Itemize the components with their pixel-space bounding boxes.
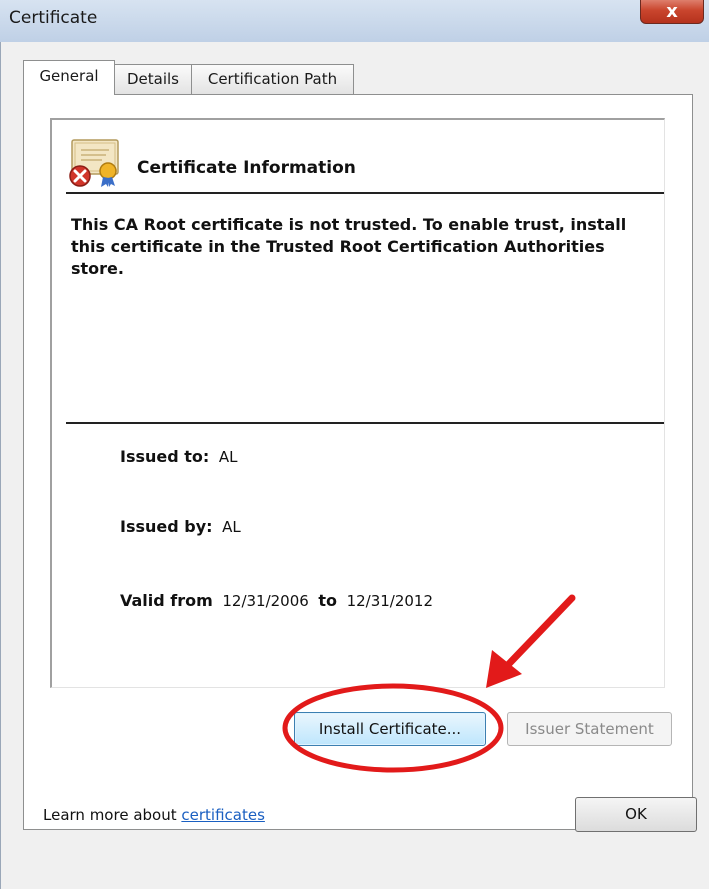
issued-to-label: Issued to: xyxy=(120,447,210,466)
certificate-info-box: Certificate Information This CA Root cer… xyxy=(50,118,665,688)
certificates-link[interactable]: certificates xyxy=(181,806,265,824)
certificate-untrusted-icon xyxy=(69,139,119,187)
valid-to-value: 12/31/2012 xyxy=(346,592,434,610)
install-certificate-button[interactable]: Install Certificate... xyxy=(294,712,486,746)
issued-by-row: Issued by: AL xyxy=(120,517,241,536)
close-icon: x xyxy=(666,1,678,22)
valid-from-label: Valid from xyxy=(120,591,213,610)
tab-general[interactable]: General xyxy=(23,60,115,95)
general-tab-panel: Certificate Information This CA Root cer… xyxy=(23,94,693,830)
window-title: Certificate xyxy=(9,8,98,28)
issued-by-value: AL xyxy=(222,518,241,536)
tab-details-label: Details xyxy=(126,70,179,88)
valid-from-value: 12/31/2006 xyxy=(222,592,309,610)
ok-button[interactable]: OK xyxy=(575,797,697,832)
issued-to-value: AL xyxy=(218,448,238,466)
learn-more-text: Learn more about certificates xyxy=(43,806,265,824)
tab-general-label: General xyxy=(39,67,99,85)
divider xyxy=(66,422,664,424)
dialog-body: General Details Certification Path Certi… xyxy=(0,42,709,889)
issued-to-row: Issued to: AL xyxy=(120,447,237,466)
close-button[interactable]: x xyxy=(640,0,704,24)
tab-details[interactable]: Details xyxy=(114,64,192,94)
issuer-statement-button[interactable]: Issuer Statement xyxy=(507,712,672,746)
certificate-info-heading: Certificate Information xyxy=(137,158,356,178)
tab-certification-path-label: Certification Path xyxy=(207,70,338,88)
trust-status-message: This CA Root certificate is not trusted.… xyxy=(71,215,627,278)
divider xyxy=(66,192,664,194)
tab-certification-path[interactable]: Certification Path xyxy=(191,64,354,94)
issued-by-label: Issued by: xyxy=(120,517,213,536)
validity-row: Valid from 12/31/2006 to 12/31/2012 xyxy=(120,591,433,610)
valid-to-label: to xyxy=(318,591,338,610)
title-bar[interactable]: Certificate x xyxy=(0,0,709,42)
learn-more-prefix: Learn more about xyxy=(43,806,182,824)
certificate-dialog: Certificate x General Details Certificat… xyxy=(0,0,709,889)
